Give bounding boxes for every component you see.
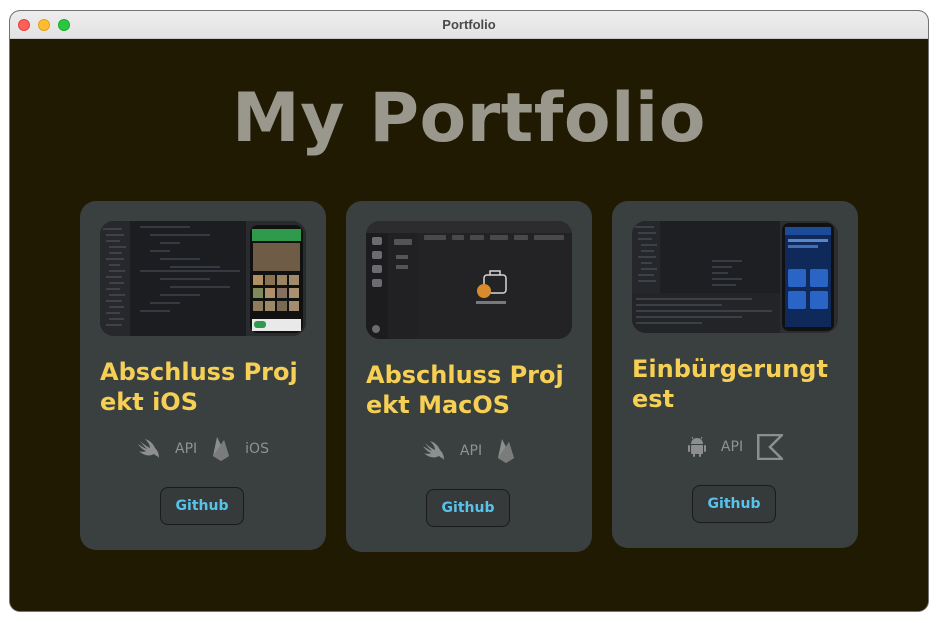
api-label: API — [175, 441, 198, 457]
swift-icon — [137, 438, 161, 460]
kotlin-icon — [757, 434, 784, 460]
tech-stack-ios: API iOS — [80, 435, 326, 463]
github-button-macos[interactable]: Github — [426, 489, 510, 527]
project-card-macos: Abschluss Projekt MacOS API Github — [346, 201, 592, 552]
ios-label: iOS — [245, 441, 269, 457]
page-title: My Portfolio — [232, 79, 706, 158]
firebase-icon — [496, 438, 516, 464]
title-bar[interactable]: Portfolio — [10, 11, 928, 39]
window-title: Portfolio — [442, 17, 496, 32]
android-icon — [687, 436, 707, 458]
android-studio-screenshot-image — [632, 221, 838, 333]
portfolio-content: My Portfolio Abschluss Projekt iOS API i… — [10, 39, 928, 611]
project-title-ios: Abschluss Projekt iOS — [100, 358, 298, 416]
project-title-macos: Abschluss Projekt MacOS — [366, 361, 564, 419]
swift-icon — [422, 440, 446, 462]
project-card-ios: Abschluss Projekt iOS API iOS Github — [80, 201, 326, 550]
tech-stack-einbuergerungstest: API — [612, 433, 858, 461]
project-card-einbuergerungstest: Einbürgerungtest API Github — [612, 201, 858, 548]
project-screenshot-macos — [366, 221, 572, 339]
app-window: Portfolio My Portfolio Abschluss Projekt… — [10, 11, 928, 611]
firebase-icon — [211, 436, 231, 462]
xcode-screenshot-image — [100, 221, 306, 336]
macos-app-screenshot-image — [366, 221, 572, 339]
github-button-einbuergerungstest[interactable]: Github — [692, 485, 776, 523]
project-screenshot-ios — [100, 221, 306, 336]
project-screenshot-einbuergerungstest — [632, 221, 838, 333]
project-title-einbuergerungstest: Einbürgerungtest — [632, 355, 828, 413]
api-label: API — [459, 443, 483, 459]
api-label: API — [720, 439, 744, 455]
tech-stack-macos: API — [346, 437, 592, 465]
github-button-ios[interactable]: Github — [160, 487, 244, 525]
